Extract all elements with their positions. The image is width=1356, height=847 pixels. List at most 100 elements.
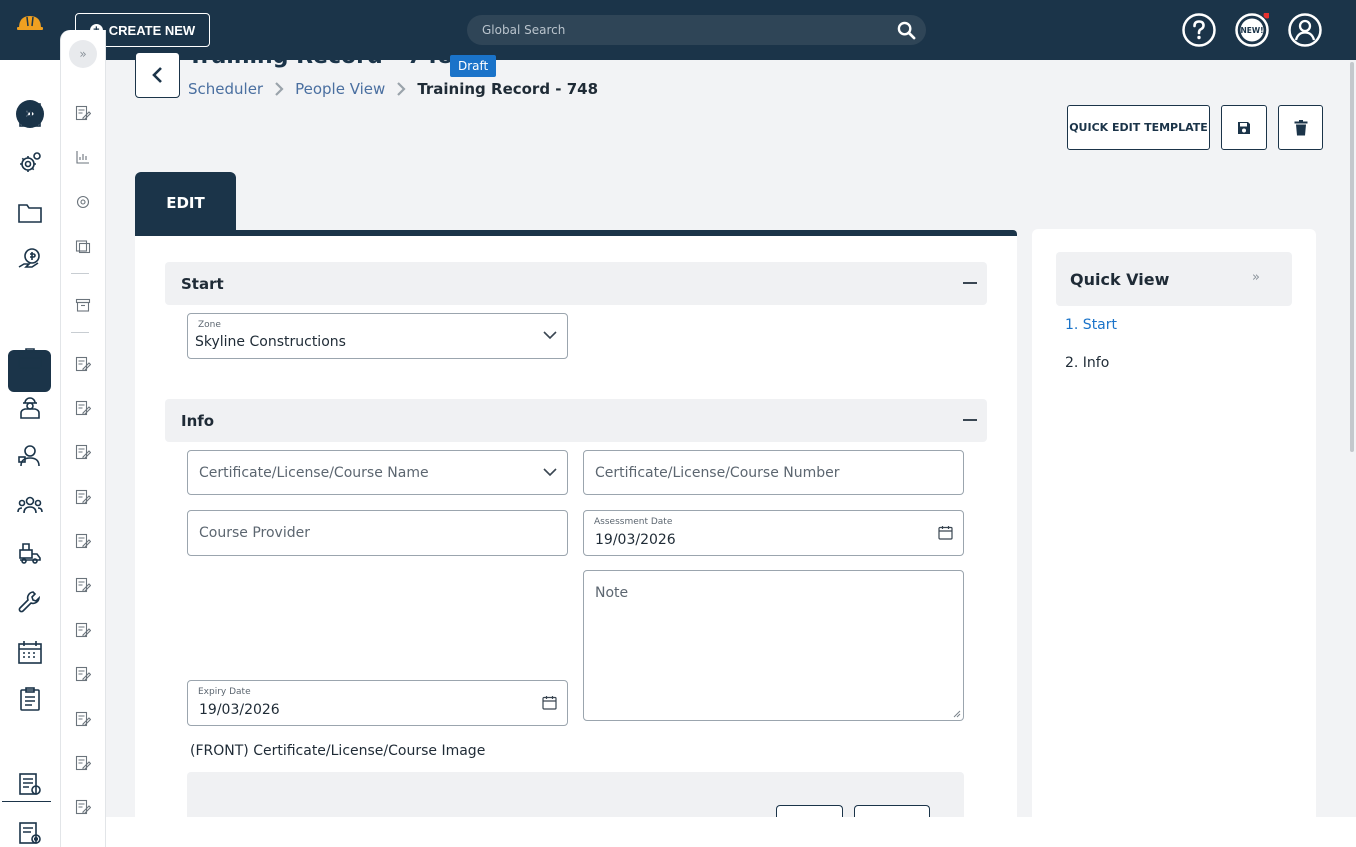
breadcrumb-people-view[interactable]: People View: [295, 80, 385, 98]
subnav-form-icon[interactable]: [75, 666, 91, 682]
front-image-label: (FRONT) Certificate/License/Course Image: [190, 743, 486, 759]
breadcrumb-current: Training Record - 748: [417, 80, 599, 98]
nav-team-icon[interactable]: [17, 492, 43, 518]
quick-edit-template-button[interactable]: QUICK EDIT TEMPLATE: [1067, 105, 1210, 150]
quick-view-item-info[interactable]: 2. Info: [1065, 355, 1109, 371]
user-avatar-icon[interactable]: [1288, 13, 1322, 47]
expand-subnav-icon[interactable]: »: [69, 40, 97, 68]
zone-select[interactable]: Zone Skyline Constructions: [187, 313, 568, 359]
expiry-date-field[interactable]: Expiry Date 19/03/2026: [187, 680, 568, 726]
breadcrumb-scheduler[interactable]: Scheduler: [188, 80, 263, 98]
search-icon[interactable]: [897, 21, 916, 40]
top-bar: + CREATE NEW Global Search NEW!: [0, 0, 1356, 60]
subnav-divider: [71, 273, 89, 274]
note-placeholder: Note: [595, 585, 629, 601]
note-textarea[interactable]: Note: [583, 570, 964, 721]
chevron-down-icon: [543, 328, 557, 342]
section-info-header[interactable]: Info: [165, 399, 987, 442]
search-placeholder: Global Search: [482, 23, 566, 37]
section-start-header[interactable]: Start: [165, 262, 987, 305]
subnav-form-icon[interactable]: [75, 444, 91, 460]
bottom-strip: [106, 817, 1356, 847]
create-new-label: CREATE NEW: [108, 22, 196, 38]
breadcrumb: Scheduler People View Training Record - …: [188, 79, 598, 99]
back-button[interactable]: [135, 52, 180, 98]
nav-forms-icon[interactable]: [17, 297, 43, 323]
certificate-name-placeholder: Certificate/License/Course Name: [199, 465, 429, 481]
hardhat-logo-icon[interactable]: [17, 12, 43, 32]
course-provider-placeholder: Course Provider: [199, 525, 310, 541]
save-button[interactable]: [1221, 105, 1267, 150]
certificate-number-placeholder: Certificate/License/Course Number: [595, 465, 840, 481]
section-start-title: Start: [181, 275, 224, 293]
zone-value: Skyline Constructions: [195, 334, 346, 350]
subnav-form-icon[interactable]: [75, 489, 91, 505]
subnav-form-icon[interactable]: [75, 400, 91, 416]
subnav-form-icon[interactable]: [75, 105, 91, 121]
page-scrollbar-thumb[interactable]: [1350, 62, 1354, 452]
collapse-quick-view-icon[interactable]: »: [1252, 270, 1260, 285]
chevron-right-icon: [395, 81, 407, 97]
nav-folder-icon[interactable]: [17, 200, 43, 226]
subnav-form-icon[interactable]: [75, 711, 91, 727]
nav-calendar-icon[interactable]: [17, 639, 43, 665]
chevron-right-icon: [273, 81, 285, 97]
nav-engineer-icon[interactable]: [17, 442, 43, 468]
tab-edit-label: EDIT: [166, 194, 205, 212]
subnav-form-icon[interactable]: [75, 799, 91, 815]
subnav-form-icon[interactable]: [75, 755, 91, 771]
nav-machinery-icon[interactable]: [17, 540, 43, 566]
nav-clipboard-icon[interactable]: [17, 686, 43, 712]
certificate-number-field[interactable]: Certificate/License/Course Number: [583, 450, 964, 495]
collapse-icon[interactable]: [963, 419, 977, 421]
nav-wrench-icon[interactable]: [17, 589, 43, 615]
section-info-title: Info: [181, 412, 215, 430]
tab-edit[interactable]: EDIT: [135, 172, 236, 234]
delete-button[interactable]: [1278, 105, 1323, 150]
nav-money-hand-icon[interactable]: [17, 247, 43, 273]
chevron-left-icon: [151, 67, 162, 83]
new-badge-text: NEW!: [1240, 26, 1263, 35]
assessment-date-field[interactable]: Assessment Date 19/03/2026: [583, 510, 964, 556]
nav-report-settings-icon[interactable]: [17, 820, 43, 846]
subnav-divider: [71, 332, 89, 333]
expiry-date-label: Expiry Date: [198, 687, 251, 697]
nav-buildings-icon[interactable]: [17, 102, 43, 128]
main-nav-rail: »: [0, 60, 60, 847]
subnav-form-icon[interactable]: [75, 577, 91, 593]
zone-label: Zone: [198, 320, 221, 330]
subnav-form-icon[interactable]: [75, 356, 91, 372]
quick-edit-template-label: QUICK EDIT TEMPLATE: [1069, 121, 1208, 134]
help-icon[interactable]: [1182, 13, 1216, 47]
subnav-archive-icon[interactable]: [75, 297, 91, 313]
status-badge: Draft: [450, 55, 497, 77]
nav-worker-icon[interactable]: [17, 394, 43, 420]
sub-nav-rail: »: [60, 30, 106, 847]
assessment-date-value: 19/03/2026: [595, 532, 676, 548]
subnav-chart-icon[interactable]: [75, 149, 91, 165]
expiry-date-value: 19/03/2026: [199, 702, 280, 718]
calendar-icon[interactable]: [542, 695, 557, 710]
quick-view-header: Quick View »: [1056, 252, 1292, 306]
whats-new-icon[interactable]: NEW!: [1235, 13, 1269, 47]
nav-reports-icon[interactable]: [17, 771, 43, 797]
collapse-icon[interactable]: [963, 282, 977, 284]
trash-icon: [1294, 119, 1307, 135]
resize-handle-icon[interactable]: [953, 710, 961, 718]
nav-briefcase-icon[interactable]: [17, 345, 43, 371]
nav-divider: [2, 801, 51, 802]
chevron-down-icon: [543, 465, 557, 479]
course-provider-field[interactable]: Course Provider: [187, 510, 568, 556]
subnav-stack-icon[interactable]: [75, 238, 91, 254]
global-search-input[interactable]: Global Search: [467, 15, 926, 45]
quick-view-title: Quick View: [1070, 270, 1170, 289]
subnav-settings-icon[interactable]: [75, 194, 91, 210]
nav-gears-icon[interactable]: [17, 150, 43, 176]
subnav-form-icon[interactable]: [75, 622, 91, 638]
quick-view-item-start[interactable]: 1. Start: [1065, 317, 1117, 333]
assessment-date-label: Assessment Date: [594, 517, 673, 527]
subnav-form-icon[interactable]: [75, 533, 91, 549]
floppy-disk-icon: [1238, 121, 1250, 134]
calendar-icon[interactable]: [938, 525, 953, 540]
certificate-name-select[interactable]: Certificate/License/Course Name: [187, 450, 568, 495]
